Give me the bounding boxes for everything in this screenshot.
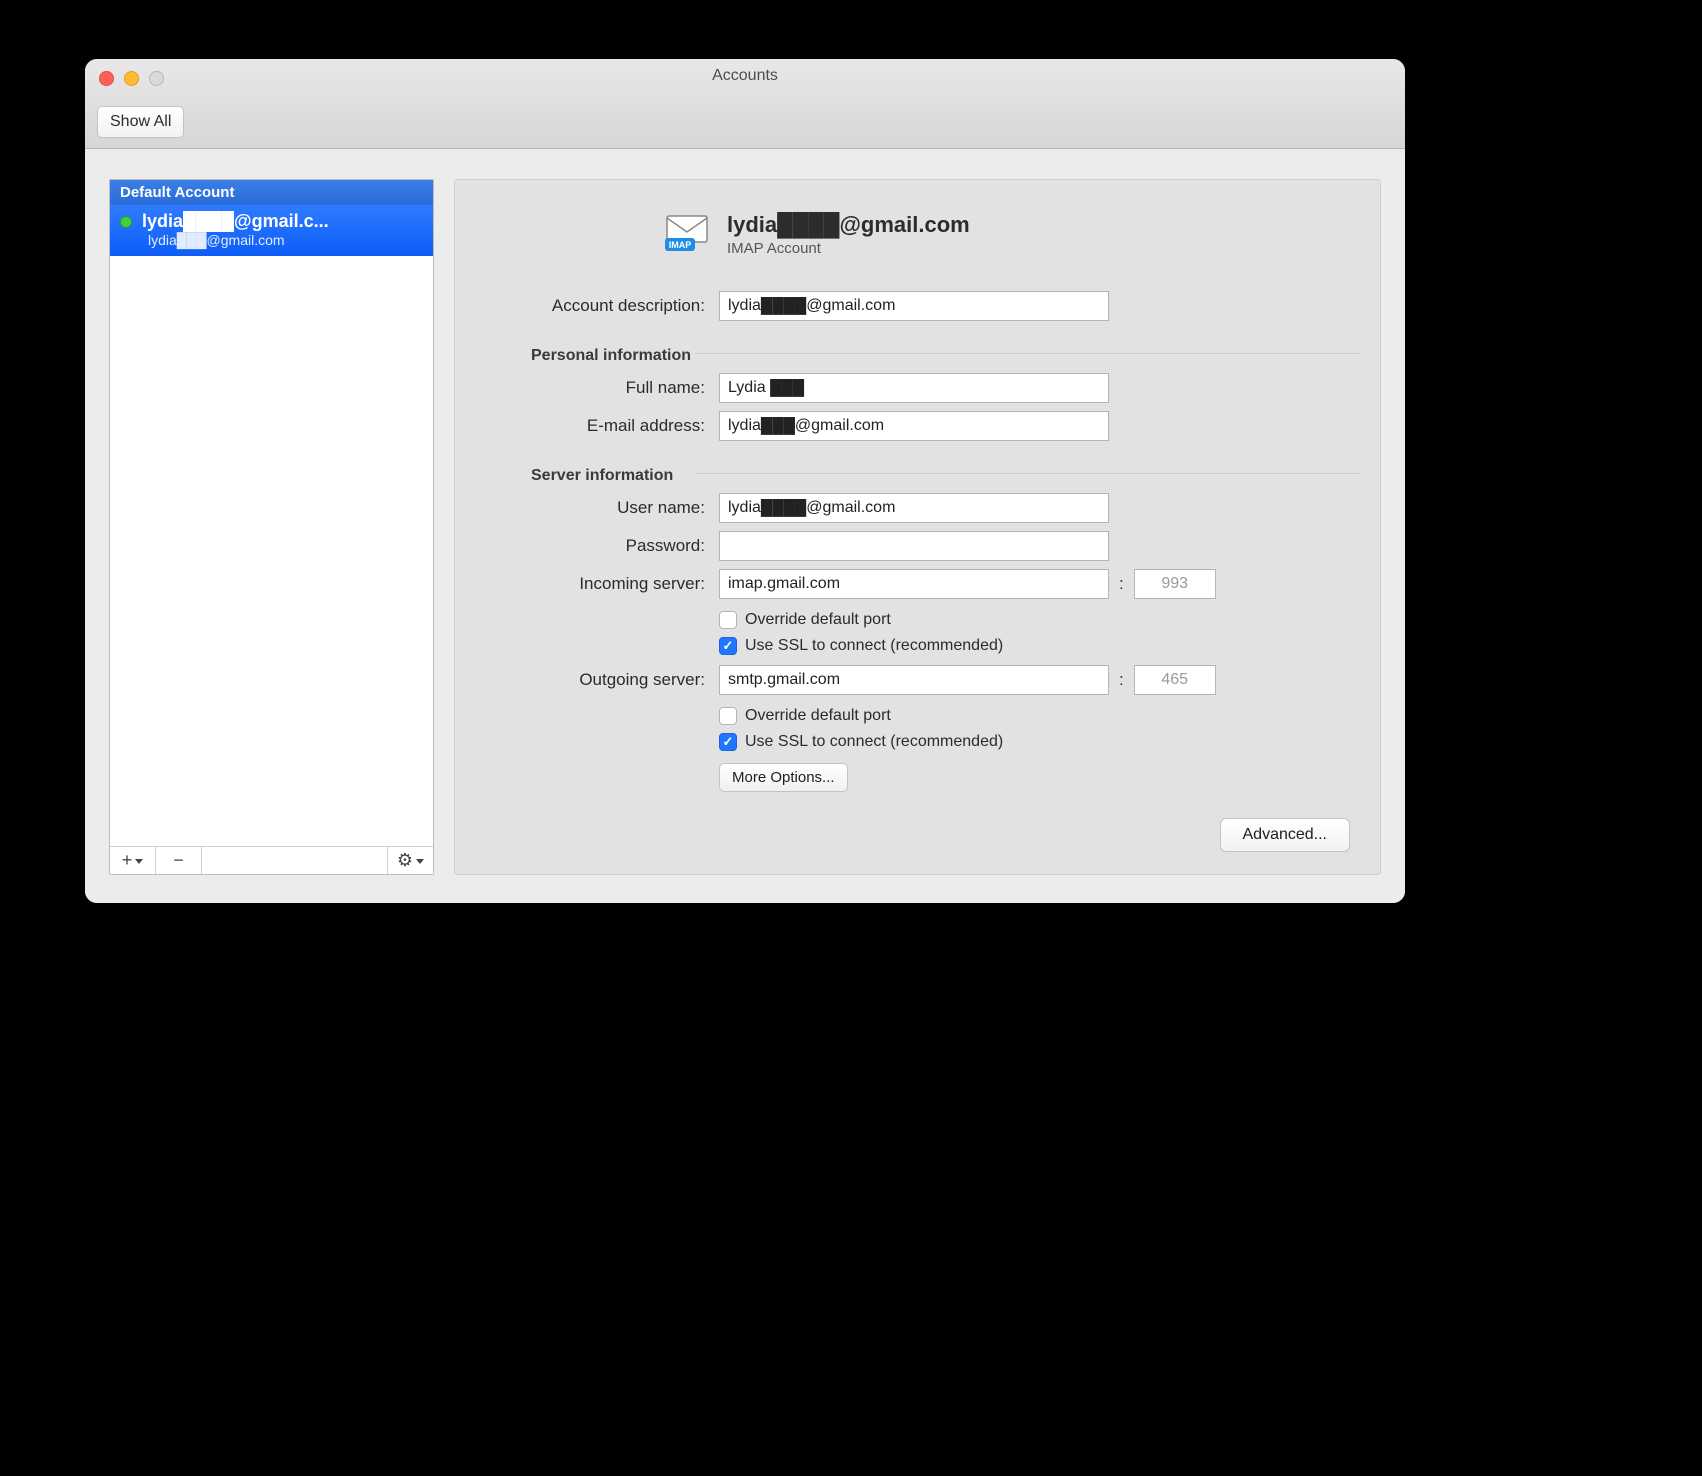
port-separator: : <box>1119 574 1124 594</box>
incoming-server-field[interactable] <box>719 569 1109 599</box>
outgoing-override-port-label: Override default port <box>745 707 891 725</box>
email-address-label: E-mail address: <box>485 410 705 442</box>
sidebar-section-header: Default Account <box>110 180 433 205</box>
outgoing-server-field[interactable] <box>719 665 1109 695</box>
incoming-override-port-checkbox[interactable] <box>719 611 737 629</box>
more-options-button[interactable]: More Options... <box>719 763 848 792</box>
account-description-label: Account description: <box>485 290 705 322</box>
sidebar-empty-area <box>110 256 433 846</box>
server-info-section: Server information <box>485 445 1350 489</box>
outgoing-server-label: Outgoing server: <box>485 664 705 696</box>
incoming-override-port-label: Override default port <box>745 611 891 629</box>
sidebar-account-name: lydia████@gmail.c... <box>142 211 329 232</box>
outgoing-override-port-checkbox[interactable] <box>719 707 737 725</box>
advanced-button[interactable]: Advanced... <box>1220 818 1351 852</box>
sidebar-account-subtitle: lydia███@gmail.com <box>120 232 423 248</box>
window-title: Accounts <box>85 67 1405 85</box>
sidebar-footer: + − ⚙ <box>110 846 433 874</box>
add-account-button[interactable]: + <box>110 847 156 874</box>
chevron-down-icon <box>416 859 424 864</box>
password-field[interactable] <box>719 531 1109 561</box>
port-separator: : <box>1119 670 1124 690</box>
account-header: IMAP lydia████@gmail.com IMAP Account <box>665 212 1350 257</box>
full-name-label: Full name: <box>485 372 705 404</box>
account-type-label: IMAP Account <box>727 240 970 257</box>
account-description-field[interactable] <box>719 291 1109 321</box>
incoming-port-field[interactable] <box>1134 569 1216 599</box>
account-title: lydia████@gmail.com <box>727 212 970 238</box>
outgoing-port-field[interactable] <box>1134 665 1216 695</box>
minus-icon: − <box>173 850 184 871</box>
content-area: Default Account lydia████@gmail.c... lyd… <box>85 149 1405 903</box>
gear-icon: ⚙ <box>397 850 413 871</box>
personal-info-section: Personal information <box>485 325 1350 369</box>
account-detail-panel: IMAP lydia████@gmail.com IMAP Account Ac… <box>454 179 1381 875</box>
accounts-sidebar: Default Account lydia████@gmail.c... lyd… <box>109 179 434 875</box>
user-name-field[interactable] <box>719 493 1109 523</box>
plus-icon: + <box>122 850 133 871</box>
status-online-icon <box>120 216 132 228</box>
chevron-down-icon <box>135 859 143 864</box>
full-name-field[interactable] <box>719 373 1109 403</box>
accounts-window: Accounts Show All Default Account lydia█… <box>85 59 1405 903</box>
account-actions-button[interactable]: ⚙ <box>387 847 433 874</box>
imap-envelope-icon: IMAP <box>665 212 711 252</box>
svg-text:IMAP: IMAP <box>669 240 692 250</box>
titlebar: Accounts Show All <box>85 59 1405 149</box>
remove-account-button[interactable]: − <box>156 847 202 874</box>
incoming-ssl-label: Use SSL to connect (recommended) <box>745 637 1003 655</box>
incoming-server-label: Incoming server: <box>485 568 705 600</box>
user-name-label: User name: <box>485 492 705 524</box>
toolbar: Show All <box>97 106 184 138</box>
password-label: Password: <box>485 530 705 562</box>
sidebar-account-item[interactable]: lydia████@gmail.c... lydia███@gmail.com <box>110 205 433 256</box>
email-address-field[interactable] <box>719 411 1109 441</box>
outgoing-ssl-checkbox[interactable] <box>719 733 737 751</box>
outgoing-ssl-label: Use SSL to connect (recommended) <box>745 733 1003 751</box>
show-all-button[interactable]: Show All <box>97 106 184 138</box>
account-form: Account description: Personal informatio… <box>485 287 1350 852</box>
incoming-ssl-checkbox[interactable] <box>719 637 737 655</box>
